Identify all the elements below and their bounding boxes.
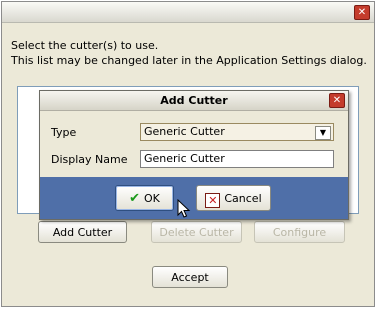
add-cutter-dialog: Add Cutter ✕ Type Generic Cutter ▼ Displ…: [39, 90, 349, 220]
accept-button[interactable]: Accept: [152, 266, 228, 288]
instruction-line-1: Select the cutter(s) to use.: [11, 39, 159, 52]
cancel-x-icon: ✕: [205, 193, 221, 208]
checkmark-icon: ✔: [129, 191, 141, 206]
display-name-input[interactable]: Generic Cutter: [140, 150, 334, 168]
cancel-label: Cancel: [224, 192, 262, 205]
dialog-title: Add Cutter: [160, 94, 228, 107]
ok-label: OK: [144, 192, 160, 205]
cancel-button[interactable]: ✕ Cancel: [196, 185, 271, 211]
display-name-label: Display Name: [51, 153, 128, 166]
instructions-text: Select the cutter(s) to use. This list m…: [11, 38, 373, 68]
dialog-button-bar: ✔ OK ✕ Cancel: [40, 177, 348, 219]
type-label: Type: [51, 126, 77, 139]
ok-button[interactable]: ✔ OK: [115, 185, 174, 211]
add-cutter-button[interactable]: Add Cutter: [38, 221, 127, 243]
add-cutter-titlebar: Add Cutter ✕: [40, 91, 348, 111]
mouse-pointer-icon: [177, 199, 191, 218]
close-icon[interactable]: ✕: [329, 93, 345, 108]
dropdown-arrow-icon[interactable]: ▼: [315, 126, 331, 140]
close-icon[interactable]: ✕: [354, 5, 370, 20]
instruction-line-2: This list may be changed later in the Ap…: [11, 54, 367, 67]
cutter-selection-dialog: ✕ Select the cutter(s) to use. This list…: [1, 1, 375, 307]
type-select[interactable]: Generic Cutter ▼: [140, 123, 334, 141]
type-select-value: Generic Cutter: [144, 125, 225, 138]
dialog-titlebar: ✕: [2, 2, 374, 23]
delete-cutter-button[interactable]: Delete Cutter: [151, 221, 242, 243]
configure-button[interactable]: Configure: [254, 221, 345, 243]
